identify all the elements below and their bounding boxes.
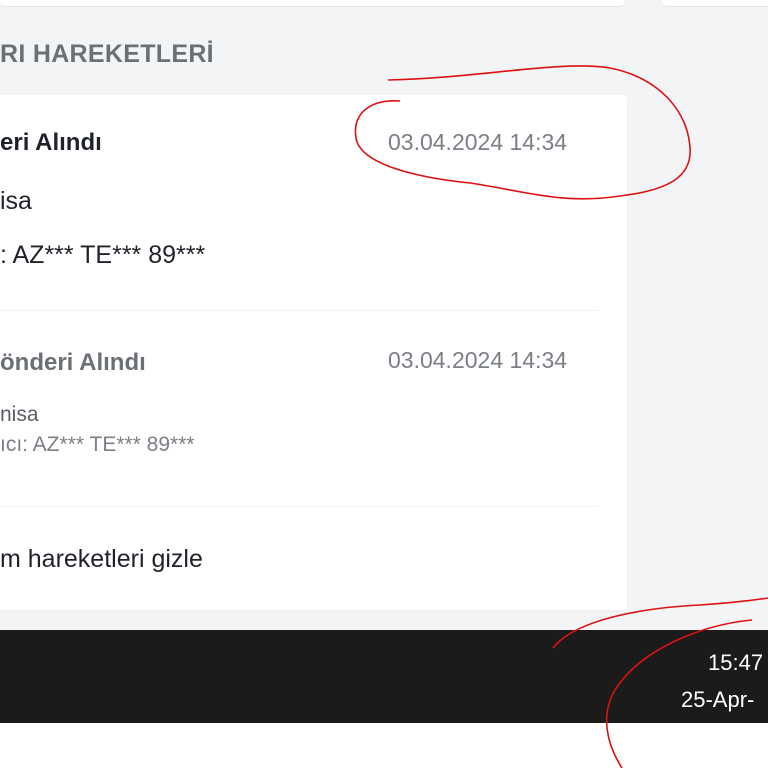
- section-title: RI HAREKETLERİ: [0, 40, 214, 68]
- movements-card: eri Alındı 03.04.2024 14:34 isa : AZ*** …: [0, 95, 627, 610]
- side-card-edge: [662, 0, 768, 7]
- divider: [0, 506, 598, 507]
- movement-title: önderi Alındı: [0, 349, 146, 376]
- movement-recipient: : AZ*** TE*** 89***: [0, 241, 206, 269]
- taskbar-clock-time[interactable]: 15:47: [708, 650, 763, 676]
- below-taskbar-area: [0, 723, 768, 768]
- movement-date: 03.04.2024 14:34: [388, 129, 568, 155]
- hide-movements-link[interactable]: m hareketleri gizle: [0, 545, 203, 574]
- movement-location: isa: [0, 187, 32, 215]
- movement-date: 03.04.2024 14:34: [388, 347, 568, 373]
- taskbar-clock-date[interactable]: 25-Apr-: [681, 687, 754, 713]
- movement-recipient: ıcı: AZ*** TE*** 89***: [0, 433, 195, 456]
- movement-item: önderi Alındı 03.04.2024 14:34 nisa ıcı:…: [0, 311, 627, 507]
- movement-item: eri Alındı 03.04.2024 14:34 isa : AZ*** …: [0, 95, 627, 311]
- movement-location: nisa: [0, 403, 39, 426]
- movement-title: eri Alındı: [0, 129, 102, 156]
- taskbar: 15:47 25-Apr-: [0, 630, 768, 723]
- previous-card-edge: [0, 0, 625, 7]
